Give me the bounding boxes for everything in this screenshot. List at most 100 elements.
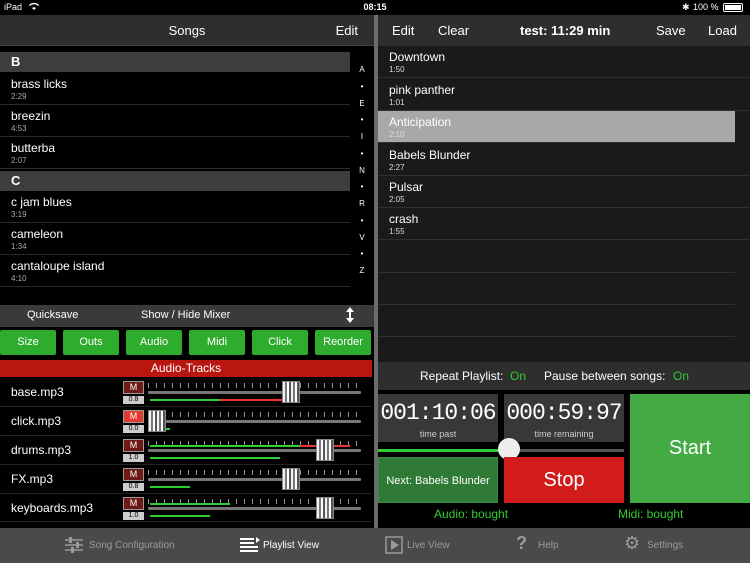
time-remaining-label: time remaining <box>534 429 594 439</box>
mixer-buttons: Size Outs Audio Midi Click Reorder <box>0 330 374 357</box>
time-remaining-value: 000:59:97 <box>506 400 622 426</box>
time-remaining-display: 000:59:97 time remaining <box>504 394 624 442</box>
repeat-playlist-toggle[interactable]: On <box>510 369 526 383</box>
mute-button[interactable]: M <box>123 497 144 510</box>
section-header-c: C <box>0 171 350 191</box>
volume-fader[interactable] <box>148 438 363 463</box>
index-dot[interactable]: • <box>352 249 372 258</box>
quicksave-button[interactable]: Quicksave <box>27 309 78 321</box>
tab-label: Playlist View <box>263 540 319 551</box>
index-letter[interactable]: I <box>352 132 372 141</box>
mute-button[interactable]: M <box>123 468 144 481</box>
playlist-item[interactable]: Pulsar 2:05 <box>378 176 750 208</box>
list-item[interactable]: cameleon 1:34 <box>0 223 350 255</box>
playlist-edit-button[interactable]: Edit <box>392 23 414 38</box>
fader-ticks <box>148 383 361 388</box>
mute-button[interactable]: M <box>123 439 144 452</box>
playlist-song-duration: 1:01 <box>389 98 405 107</box>
tab-bar: Song Configuration Playlist View Live Vi… <box>0 528 750 563</box>
outs-button[interactable]: Outs <box>63 330 119 355</box>
list-item[interactable]: cantaloupe island 4:10 <box>0 255 350 287</box>
playlist-song-name: Babels Blunder <box>389 148 471 162</box>
fader-track <box>148 391 361 394</box>
list-item[interactable]: c jam blues 3:19 <box>0 191 350 223</box>
position-slider-fill <box>378 449 509 452</box>
song-duration: 4:10 <box>11 274 27 283</box>
song-duration: 3:19 <box>11 210 27 219</box>
midi-button[interactable]: Midi <box>189 330 245 355</box>
songs-edit-button[interactable]: Edit <box>336 23 358 38</box>
volume-value: 0.0 <box>123 425 144 433</box>
playlist-item[interactable]: Babels Blunder 2:27 <box>378 144 750 176</box>
tab-live-view[interactable]: Live View <box>385 528 455 563</box>
index-letter[interactable]: E <box>352 99 372 108</box>
volume-fader[interactable] <box>148 380 363 405</box>
show-hide-mixer-button[interactable]: Show / Hide Mixer <box>141 309 230 321</box>
audio-track-row: keyboards.mp3 M 1.0 <box>0 494 372 522</box>
list-item[interactable]: breezin 4:53 <box>0 105 350 137</box>
list-item[interactable]: butterba 2:07 <box>0 137 350 169</box>
audio-track-row: drums.mp3 M 1.0 <box>0 436 372 465</box>
playlist-song-name: crash <box>389 212 419 226</box>
pause-between-songs-toggle[interactable]: On <box>673 369 689 383</box>
index-dot[interactable]: • <box>352 115 372 124</box>
playlist-item[interactable]: pink panther 1:01 <box>378 79 750 111</box>
playlist-item[interactable]: Downtown 1:50 <box>378 46 750 78</box>
index-letter[interactable]: R <box>352 199 372 208</box>
midi-status: Midi: bought <box>618 507 684 521</box>
fader-knob[interactable] <box>282 468 300 490</box>
fader-knob[interactable] <box>148 410 166 432</box>
list-item[interactable]: brass licks 2:29 <box>0 73 350 105</box>
song-duration: 4:53 <box>11 124 27 133</box>
mute-button[interactable]: M <box>123 381 144 394</box>
gear-icon: ⚙ <box>624 533 641 553</box>
mute-button[interactable]: M <box>123 410 144 423</box>
index-dot[interactable]: • <box>352 82 372 91</box>
volume-fader[interactable] <box>148 409 363 434</box>
sliders-icon <box>64 536 84 554</box>
next-song-button[interactable]: Next: Babels Blunder <box>378 457 498 503</box>
playlist-song-name: pink panther <box>389 83 456 97</box>
level-meter-green <box>150 457 280 459</box>
volume-fader[interactable] <box>148 467 363 492</box>
section-index[interactable]: A • E • I • N • R • V • Z <box>352 46 372 304</box>
index-letter[interactable]: V <box>352 233 372 242</box>
playlist-item[interactable]: crash 1:55 <box>378 208 750 240</box>
size-button[interactable]: Size <box>0 330 56 355</box>
index-letter[interactable]: Z <box>352 266 372 275</box>
tab-song-configuration[interactable]: Song Configuration <box>64 528 184 563</box>
reorder-button[interactable]: Reorder <box>315 330 371 355</box>
tab-playlist-view[interactable]: Playlist View <box>240 528 330 563</box>
audio-track-row: click.mp3 M 0.0 <box>0 407 372 436</box>
resize-arrows-icon[interactable] <box>345 307 355 326</box>
volume-fader[interactable] <box>148 496 363 521</box>
playlist-load-button[interactable]: Load <box>708 23 737 38</box>
playlist-save-button[interactable]: Save <box>656 23 686 38</box>
index-dot[interactable]: • <box>352 149 372 158</box>
stop-button[interactable]: Stop <box>504 457 624 503</box>
song-name: cameleon <box>11 227 64 241</box>
index-letter[interactable]: A <box>352 65 372 74</box>
fader-knob[interactable] <box>316 497 334 519</box>
index-dot[interactable]: • <box>352 182 372 191</box>
playlist-clear-button[interactable]: Clear <box>438 23 469 38</box>
tab-settings[interactable]: ⚙ Settings <box>624 528 704 563</box>
index-dot[interactable]: • <box>352 216 372 225</box>
playlist-item-selected[interactable]: Anticipation 2:10 <box>378 111 735 143</box>
click-button[interactable]: Click <box>252 330 308 355</box>
playlist-options-bar: Repeat Playlist: On Pause between songs:… <box>378 362 750 390</box>
song-duration: 2:07 <box>11 156 27 165</box>
tab-help[interactable]: ? Help <box>516 528 576 563</box>
fader-knob[interactable] <box>282 381 300 403</box>
battery-icon <box>723 3 743 12</box>
index-letter[interactable]: N <box>352 166 372 175</box>
play-icon <box>385 536 405 554</box>
playlist-icon <box>240 536 260 554</box>
audio-button[interactable]: Audio <box>126 330 182 355</box>
pause-between-songs-label: Pause between songs: <box>544 369 666 383</box>
song-name: butterba <box>11 141 56 155</box>
fader-ticks <box>148 470 361 475</box>
level-meter-green <box>150 399 220 401</box>
start-button[interactable]: Start <box>630 394 750 503</box>
fader-knob[interactable] <box>316 439 334 461</box>
